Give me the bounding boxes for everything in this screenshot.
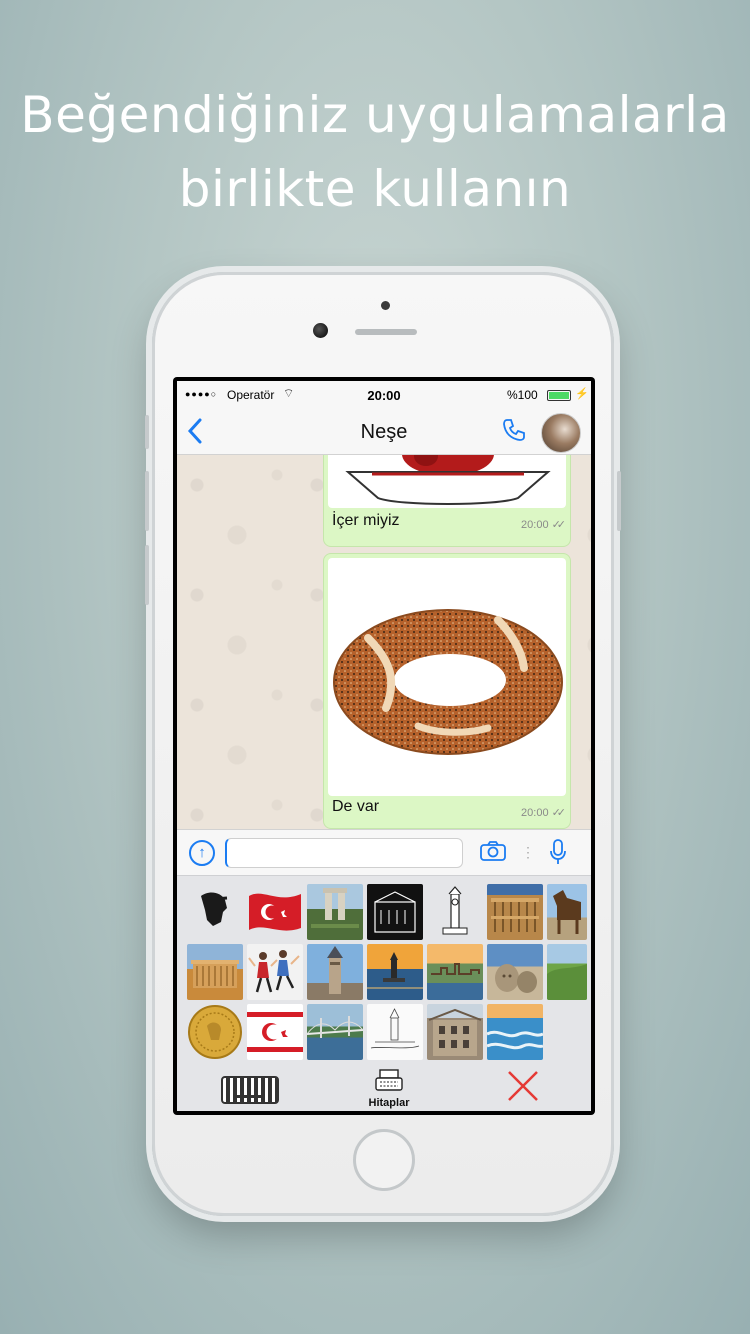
sticker-nemrut-heads[interactable] xyxy=(487,944,543,1000)
headline-line-2: birlikte kullanın xyxy=(178,160,572,218)
home-button[interactable] xyxy=(353,1129,415,1191)
message-caption: İçer miyiz xyxy=(332,512,400,529)
hitaplar-label: Hitaplar xyxy=(368,1097,410,1109)
phone-icon[interactable] xyxy=(501,417,527,450)
headline-line-1: Beğendiğiniz uygulamalarla xyxy=(20,86,730,144)
tea-cup-sticker xyxy=(328,455,566,508)
earpiece-speaker xyxy=(355,329,417,335)
sticker-ataturk-silhouette[interactable] xyxy=(187,884,243,940)
message-caption: De var xyxy=(332,798,380,815)
contact-name[interactable]: Neşe xyxy=(177,421,591,444)
battery-percent: %100 xyxy=(507,388,538,402)
separator-dots-icon: ⋮ xyxy=(521,844,535,860)
sticker-galata-tower[interactable] xyxy=(307,944,363,1000)
sticker-keyboard: Hitaplar xyxy=(177,875,591,1111)
message-bubble[interactable]: İçer miyiz 20:00 ✓✓ xyxy=(323,455,571,547)
sticker-maidens-tower-sketch[interactable] xyxy=(367,1004,423,1060)
avatar[interactable] xyxy=(541,413,581,453)
typewriter-icon xyxy=(363,1068,415,1097)
silent-switch xyxy=(145,415,149,449)
sticker-turkish-flag-waving[interactable] xyxy=(247,884,303,940)
close-icon[interactable] xyxy=(505,1068,541,1111)
sticker-ottoman-house[interactable] xyxy=(427,1004,483,1060)
status-bar: ●●●●○ Operatör ⌔ 20:00 %100 ⚡ xyxy=(177,381,591,409)
message-time-text: 20:00 xyxy=(521,519,549,531)
mic-icon[interactable] xyxy=(549,838,567,873)
chat-header: Neşe xyxy=(177,409,591,455)
message-time: 20:00 ✓✓ xyxy=(521,518,567,531)
screen: ●●●●○ Operatör ⌔ 20:00 %100 ⚡ Neşe İçer … xyxy=(173,377,595,1115)
sticker-istanbul-waterfront[interactable] xyxy=(427,944,483,1000)
battery-icon xyxy=(547,390,571,401)
sticker-gold-coin[interactable] xyxy=(187,1004,243,1060)
sticker-anitkabir[interactable] xyxy=(187,944,243,1000)
volume-down-button xyxy=(145,545,149,605)
sticker-trojan-horse[interactable] xyxy=(547,884,587,940)
sticker-library-of-celsus[interactable] xyxy=(487,884,543,940)
volume-up-button xyxy=(145,471,149,531)
chat-area: İçer miyiz 20:00 ✓✓ De var 20:00 ✓✓ xyxy=(177,455,591,829)
simit-sticker xyxy=(328,558,566,796)
camera-icon[interactable] xyxy=(479,840,507,868)
message-time: 20:00 ✓✓ xyxy=(521,806,567,819)
keyboard-icon[interactable] xyxy=(221,1076,279,1104)
sticker-northern-cyprus-flag[interactable] xyxy=(247,1004,303,1060)
sticker-building-sketch[interactable] xyxy=(367,884,423,940)
sticker-pamukkale[interactable] xyxy=(487,1004,543,1060)
message-input-bar: ↑ ⋮ xyxy=(177,829,591,875)
read-receipt-icon: ✓✓ xyxy=(551,807,567,819)
screen-content: ●●●●○ Operatör ⌔ 20:00 %100 ⚡ Neşe İçer … xyxy=(177,381,591,1111)
message-time-text: 20:00 xyxy=(521,807,549,819)
proximity-sensor xyxy=(381,301,390,310)
sticker-keyboard-toolbar: Hitaplar xyxy=(177,1066,591,1111)
message-input[interactable] xyxy=(225,838,463,868)
sticker-izmir-clock-tower[interactable] xyxy=(427,884,483,940)
charging-icon: ⚡ xyxy=(575,388,589,400)
power-button xyxy=(617,471,621,531)
hitaplar-button[interactable]: Hitaplar xyxy=(363,1068,415,1109)
sticker-folk-dancers[interactable] xyxy=(247,944,303,1000)
sticker-bosphorus-bridge[interactable] xyxy=(307,1004,363,1060)
read-receipt-icon: ✓✓ xyxy=(551,519,567,531)
headline: Beğendiğiniz uygulamalarla birlikte kull… xyxy=(0,78,750,226)
sticker-canakkale-memorial[interactable] xyxy=(307,884,363,940)
sticker-maidens-tower-sunset[interactable] xyxy=(367,944,423,1000)
upload-icon[interactable]: ↑ xyxy=(189,840,215,866)
phone-frame: ●●●●○ Operatör ⌔ 20:00 %100 ⚡ Neşe İçer … xyxy=(145,272,621,1216)
front-camera xyxy=(313,323,328,338)
sticker-green-hills[interactable] xyxy=(547,944,587,1000)
message-bubble[interactable]: De var 20:00 ✓✓ xyxy=(323,553,571,829)
